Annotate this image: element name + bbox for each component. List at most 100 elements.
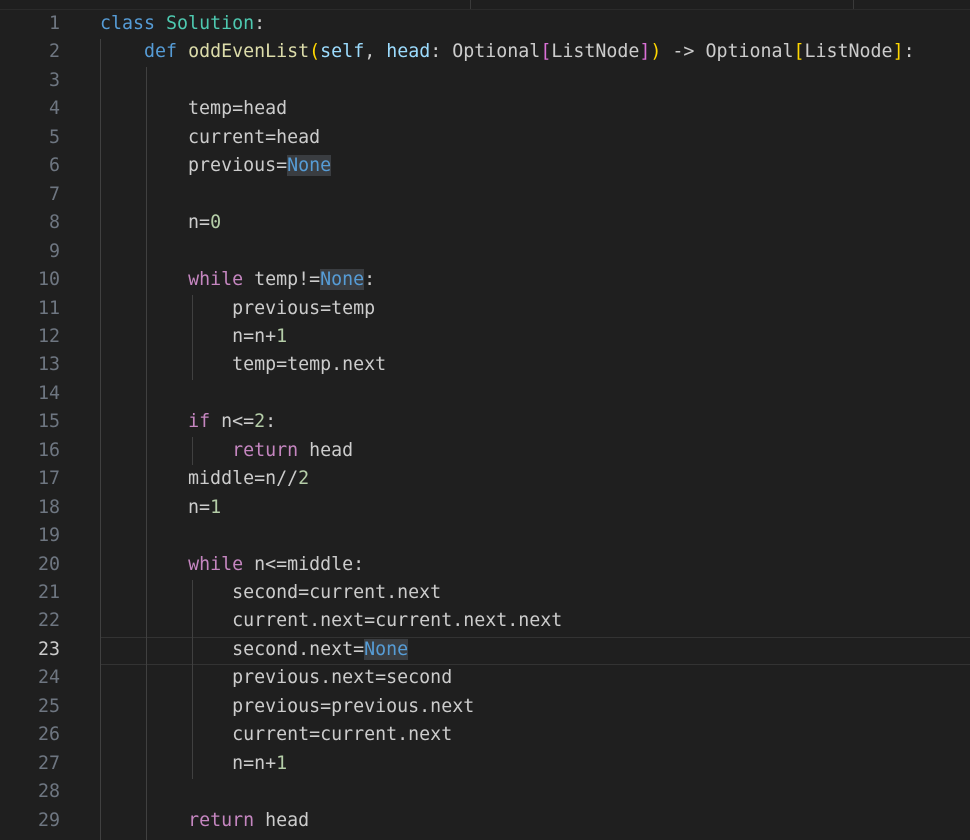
code-line[interactable]: 23 second.next=None bbox=[0, 636, 970, 664]
code-line[interactable]: 26 current=current.next bbox=[0, 721, 970, 749]
code-token: while bbox=[188, 553, 244, 575]
code-editor[interactable]: 1 class Solution: 2 def oddEvenList(self, … bbox=[0, 0, 970, 840]
code-token: class bbox=[100, 13, 156, 34]
code-token: n<=middle: bbox=[243, 553, 365, 575]
line-number: 5 bbox=[48, 126, 60, 148]
code-token: while bbox=[188, 269, 244, 291]
code-token: ] bbox=[639, 41, 651, 63]
code-token: return bbox=[232, 439, 299, 461]
code-text: n=0 bbox=[100, 209, 221, 237]
code-token: current=current.next bbox=[100, 724, 453, 746]
code-line[interactable]: 11 previous=temp bbox=[0, 295, 970, 323]
line-number: 20 bbox=[37, 553, 60, 575]
top-strip-divider bbox=[470, 0, 471, 9]
code-token: previous=temp bbox=[100, 297, 376, 319]
code-line[interactable]: 25 previous=previous.next bbox=[0, 693, 970, 721]
line-number: 29 bbox=[37, 809, 60, 831]
line-number: 8 bbox=[48, 212, 60, 234]
code-line[interactable]: 27 n=n+1 bbox=[0, 750, 970, 778]
line-number: 21 bbox=[37, 582, 60, 603]
code-token: head bbox=[298, 439, 354, 461]
code-line[interactable]: 2 def oddEvenList(self, head: Optional[L… bbox=[0, 38, 970, 66]
code-line[interactable]: 28 bbox=[0, 778, 970, 806]
line-number: 27 bbox=[37, 752, 60, 774]
code-line[interactable]: 18 n=1 bbox=[0, 494, 970, 522]
code-token: 1 bbox=[276, 325, 288, 347]
code-text: previous=temp bbox=[100, 295, 375, 323]
code-token: temp=head bbox=[100, 98, 288, 120]
code-line[interactable]: 16 return head bbox=[0, 437, 970, 465]
code-line[interactable]: 20 while n<=middle: bbox=[0, 551, 970, 579]
code-text: def oddEvenList(self, head: Optional[Lis… bbox=[100, 38, 915, 66]
code-token: ) bbox=[650, 41, 662, 63]
line-number: 23 bbox=[37, 638, 60, 660]
code-text: previous=previous.next bbox=[100, 693, 474, 721]
line-number: 13 bbox=[37, 354, 60, 376]
code-line[interactable]: 8 n=0 bbox=[0, 209, 970, 237]
code-line[interactable]: 1 class Solution: bbox=[0, 10, 970, 38]
code-token: def bbox=[144, 41, 178, 63]
code-text: return head bbox=[100, 437, 353, 465]
code-line[interactable]: 29 return head bbox=[0, 807, 970, 835]
code-text: while temp!=None: bbox=[100, 266, 375, 294]
line-number: 4 bbox=[48, 98, 60, 120]
line-number: 3 bbox=[48, 69, 60, 91]
line-number: 26 bbox=[37, 724, 60, 746]
code-token: Solution bbox=[166, 13, 255, 34]
code-text: if n<=2: bbox=[100, 408, 276, 436]
line-number: 17 bbox=[37, 468, 60, 490]
code-text: second=current.next bbox=[100, 579, 441, 607]
code-token: previous=previous.next bbox=[100, 695, 475, 717]
code-line[interactable]: 3 bbox=[0, 67, 970, 95]
code-text: n=1 bbox=[100, 494, 221, 522]
code-line[interactable]: 13 temp=temp.next bbox=[0, 351, 970, 379]
code-line[interactable]: 14 bbox=[0, 380, 970, 408]
code-token: -> Optional bbox=[661, 41, 794, 63]
code-line[interactable]: 10 while temp!=None: bbox=[0, 266, 970, 294]
line-number: 2 bbox=[48, 41, 60, 63]
code-line[interactable]: 9 bbox=[0, 238, 970, 266]
code-token: : bbox=[265, 411, 277, 433]
line-number: 15 bbox=[37, 411, 60, 433]
code-token: None bbox=[320, 269, 365, 291]
code-line[interactable]: 15 if n<=2: bbox=[0, 408, 970, 436]
code-text: temp=head bbox=[100, 95, 287, 123]
top-strip-divider bbox=[853, 0, 854, 9]
code-line[interactable]: 21 second=current.next bbox=[0, 579, 970, 607]
code-line[interactable]: 4 temp=head bbox=[0, 95, 970, 123]
code-token: head bbox=[254, 809, 310, 831]
code-token: None bbox=[287, 155, 332, 177]
code-line[interactable]: 7 bbox=[0, 181, 970, 209]
code-line[interactable]: 12 n=n+1 bbox=[0, 323, 970, 351]
code-text: class Solution: bbox=[100, 10, 265, 38]
code-token: n= bbox=[100, 212, 211, 234]
code-token: second=current.next bbox=[100, 582, 442, 603]
code-text: n=n+1 bbox=[100, 323, 287, 351]
code-line[interactable]: 22 current.next=current.next.next bbox=[0, 607, 970, 635]
line-number: 11 bbox=[37, 297, 60, 319]
line-number: 12 bbox=[37, 325, 60, 347]
line-number: 24 bbox=[37, 667, 60, 689]
code-line[interactable]: 5 current=head bbox=[0, 124, 970, 152]
code-line[interactable]: 24 previous.next=second bbox=[0, 664, 970, 692]
code-text: temp=temp.next bbox=[100, 351, 386, 379]
code-token: if bbox=[188, 411, 211, 433]
code-token: oddEvenList bbox=[188, 41, 310, 63]
code-token: n= bbox=[100, 496, 211, 518]
editor-top-strip bbox=[0, 0, 970, 10]
code-text: while n<=middle: bbox=[100, 551, 364, 579]
code-line[interactable]: 6 previous=None bbox=[0, 152, 970, 180]
code-token: previous= bbox=[100, 155, 288, 177]
line-number: 6 bbox=[48, 155, 60, 177]
code-token: ] bbox=[892, 41, 904, 63]
code-text: return head bbox=[100, 807, 309, 835]
code-line[interactable]: 17 middle=n//2 bbox=[0, 465, 970, 493]
code-token: temp=temp.next bbox=[100, 354, 387, 376]
code-line[interactable]: 19 bbox=[0, 522, 970, 550]
